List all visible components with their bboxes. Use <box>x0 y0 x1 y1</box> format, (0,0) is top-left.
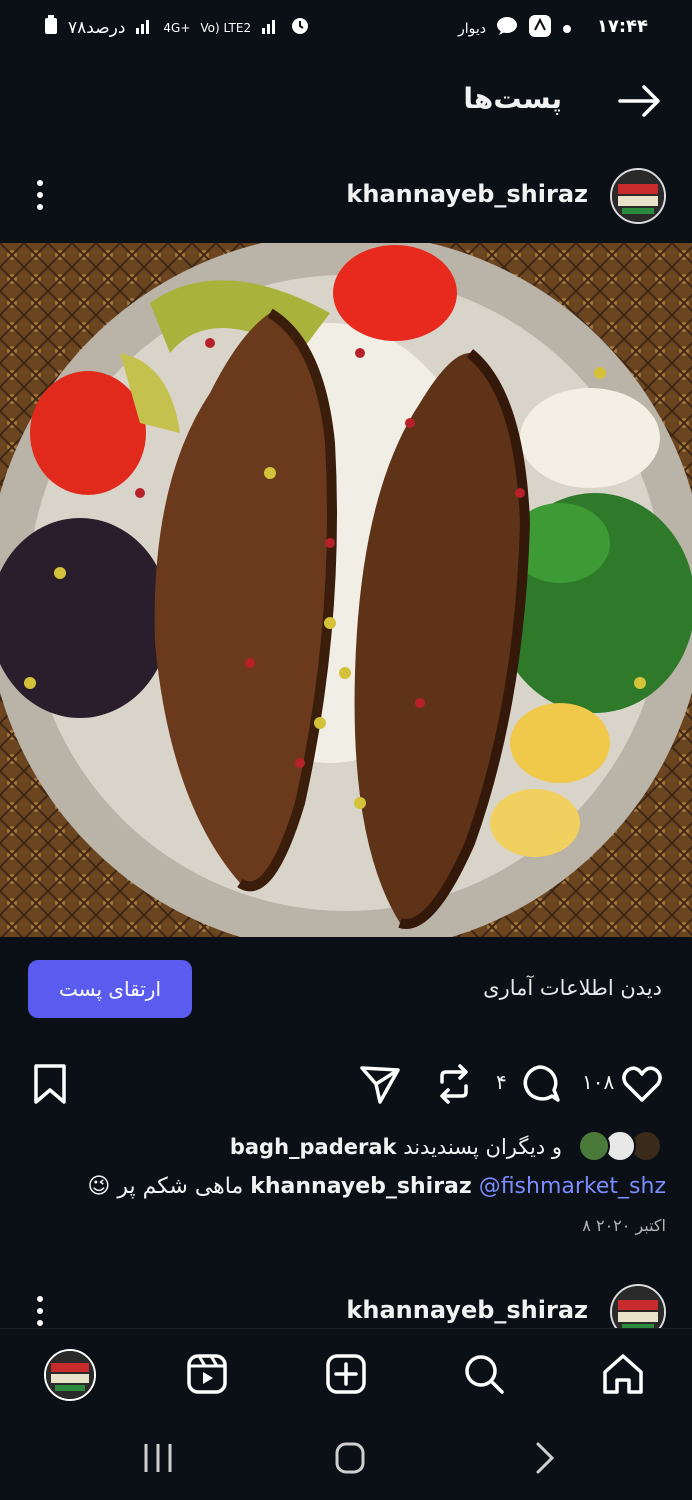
comments-count[interactable]: ۴ <box>496 1070 507 1094</box>
post-header: khannayeb_shiraz <box>0 160 692 230</box>
home-icon <box>603 1354 643 1394</box>
search-tab[interactable] <box>459 1349 509 1399</box>
back-button-icon[interactable] <box>526 1440 566 1476</box>
signal-icon <box>135 16 153 39</box>
likes-count[interactable]: ۱۰۸ <box>582 1070 614 1094</box>
home-tab[interactable] <box>598 1349 648 1399</box>
create-tab[interactable] <box>321 1349 371 1399</box>
caption-username[interactable]: khannayeb_shiraz <box>250 1174 471 1199</box>
app-icon <box>528 14 552 43</box>
reels-icon <box>187 1354 227 1394</box>
share-icon[interactable] <box>358 1062 402 1106</box>
post-username[interactable]: khannayeb_shiraz <box>346 180 588 208</box>
post-caption: khannayeb_shiraz @fishmarket_shz ماهی شک… <box>87 1174 666 1199</box>
liked-by-row[interactable]: bagh_paderak و دیگران پسندیدند <box>230 1130 666 1164</box>
caption-emoji: 😉 <box>87 1174 111 1199</box>
post-actions: ۱۰۸ ۴ <box>0 1056 692 1112</box>
profile-tab[interactable] <box>44 1349 96 1401</box>
reels-tab[interactable] <box>182 1349 232 1399</box>
liked-by-text: bagh_paderak و دیگران پسندیدند <box>230 1135 562 1159</box>
app-label: دیوار <box>457 20 486 37</box>
battery-icon <box>44 15 58 40</box>
liked-by-suffix: و دیگران پسندیدند <box>403 1135 562 1159</box>
more-options-icon[interactable] <box>28 178 52 212</box>
top-header: پست‌ها <box>0 70 692 130</box>
alarm-icon <box>289 14 311 41</box>
avatar[interactable] <box>610 168 666 224</box>
signal-icon-2 <box>261 16 279 39</box>
status-right-icons: دیوار <box>458 14 572 43</box>
recent-apps-icon[interactable] <box>138 1440 178 1476</box>
comment-icon[interactable] <box>518 1062 562 1106</box>
page-title: پست‌ها <box>463 82 562 115</box>
chat-icon <box>496 16 518 41</box>
home-button-icon[interactable] <box>330 1440 370 1476</box>
liker-avatars[interactable] <box>576 1130 666 1164</box>
caption-mention[interactable]: @fishmarket_shz <box>479 1174 666 1199</box>
search-icon <box>465 1355 504 1394</box>
view-insights-link[interactable]: دیدن اطلاعات آماری <box>483 976 662 1000</box>
next-post-username[interactable]: khannayeb_shiraz <box>346 1296 588 1324</box>
post-image[interactable] <box>0 243 692 937</box>
network-label: 4G+ <box>163 20 191 35</box>
post-date: ۸ اکتبر ۲۰۲۰ <box>582 1216 666 1235</box>
caption-text: ماهی شکم پر <box>117 1174 244 1199</box>
heart-icon[interactable] <box>620 1062 664 1106</box>
status-time: ۱۷:۴۴ <box>596 16 648 37</box>
profile-avatar-icon <box>44 1349 96 1401</box>
more-options-icon[interactable] <box>28 1294 52 1328</box>
add-post-icon <box>326 1354 366 1394</box>
battery-text: ۷۸درصد <box>68 17 126 38</box>
back-arrow-icon[interactable] <box>618 84 662 118</box>
liker-avatar <box>578 1130 610 1162</box>
liked-by-user[interactable]: bagh_paderak <box>230 1135 397 1159</box>
repost-icon[interactable] <box>432 1062 476 1106</box>
bottom-navigation <box>0 1328 692 1414</box>
system-navigation <box>0 1414 692 1500</box>
boost-post-button[interactable]: ارتقای پست <box>28 960 192 1018</box>
volte-label: Vo) LTE2 <box>200 20 252 35</box>
dot-icon <box>562 18 572 39</box>
status-bar: ۱۷:۴۴ دیوار ۷۸درصد 4G+ Vo) LTE2 <box>0 0 692 58</box>
status-left-icons: ۷۸درصد 4G+ Vo) LTE2 <box>44 14 311 41</box>
bookmark-icon[interactable] <box>28 1062 72 1106</box>
